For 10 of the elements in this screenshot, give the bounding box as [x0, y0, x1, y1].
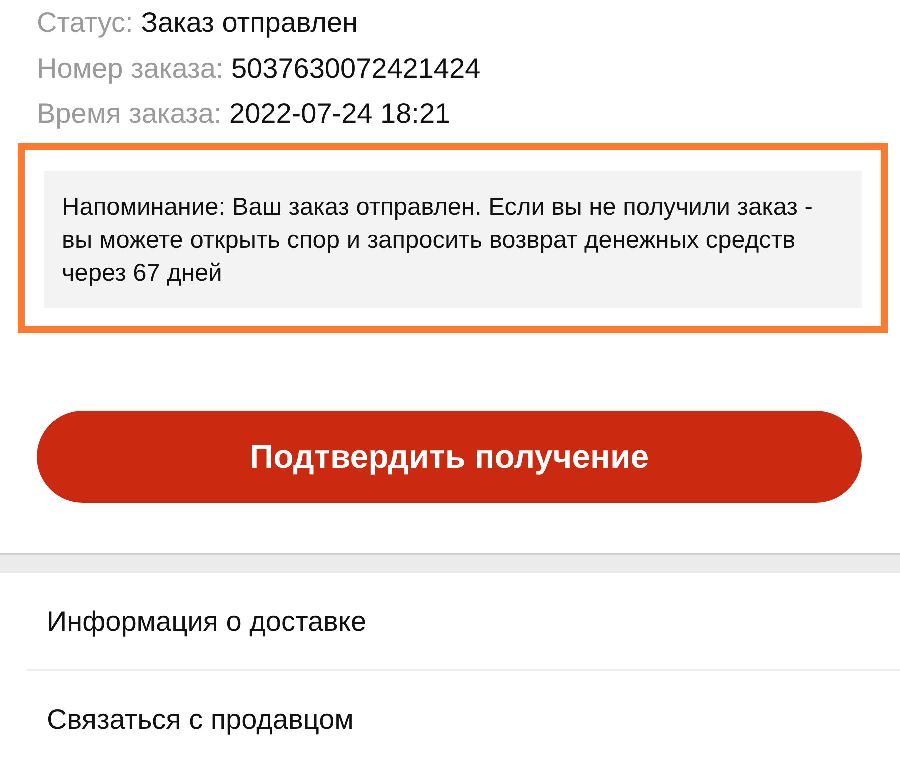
menu-item[interactable]: Связаться с продавцом: [37, 670, 364, 767]
info-label: Статус:: [37, 7, 134, 38]
info-value: 2022-07-24 18:21: [230, 98, 451, 130]
info-value: 5037630072421424: [231, 52, 481, 84]
confirm-button[interactable]: Подтвердить получение: [37, 410, 862, 503]
info-value: Заказ отправлен: [141, 7, 358, 38]
info-label: Время заказа:: [37, 98, 222, 130]
info-label: Номер заказа:: [37, 52, 224, 84]
reminder-notice: Напоминание: Ваш заказ отправлен. Если вы не получили заказ - вы можете открыть спор и запросить возврат денежных средств через 67 дней: [44, 170, 862, 308]
menu-item[interactable]: Информация о доставке: [37, 572, 377, 669]
